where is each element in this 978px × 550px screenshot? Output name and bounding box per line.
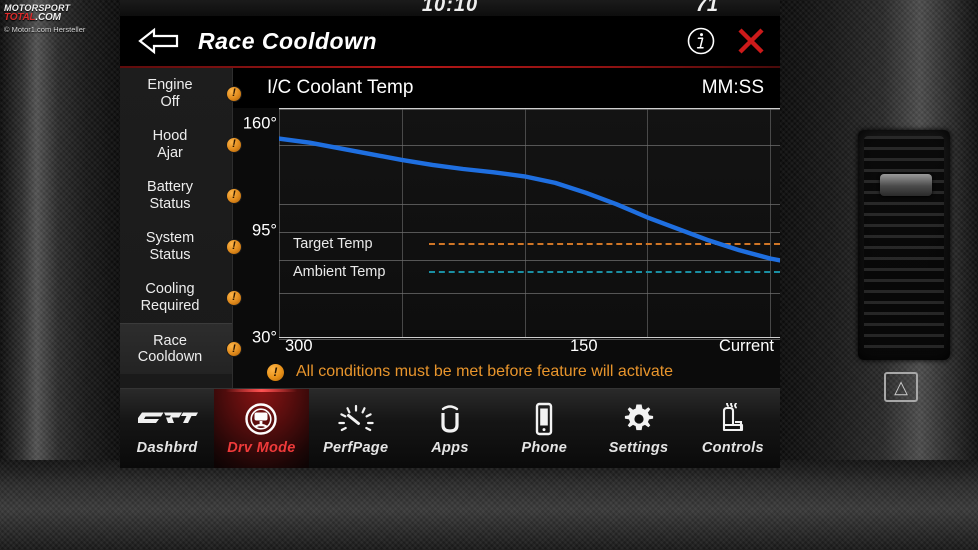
x-axis-tick-label: 150 [570,337,598,355]
sidebar-item-label: Battery Status [147,179,193,212]
nav-item-label: Controls [701,439,764,456]
info-icon [687,27,715,55]
watermark-line-2: TOTAL.COM [4,13,85,24]
nav-item-drv-mode[interactable]: Drv Mode [214,389,309,468]
heated-seat-icon [715,402,751,436]
sidebar-item-label: Engine Off [147,77,193,110]
chart-canvas: Target Temp Ambient Temp [279,108,780,340]
phone-icon [533,402,555,436]
warning-badge-icon: ! [226,187,242,204]
nav-item-perfpage[interactable]: PerfPage [309,389,403,468]
warning-badge-icon: ! [226,341,242,357]
nav-item-label: Dashbrd [136,439,198,456]
chart-timer: MM:SS [701,77,764,98]
watermark-brand: TOTAL [4,12,36,24]
close-x-icon [738,28,764,54]
close-button[interactable] [722,25,780,57]
screen-header: Race Cooldown [120,16,780,68]
vent-knob[interactable] [880,174,932,196]
sidebar-item-label: System Status [145,230,195,263]
condition-warning: ! All conditions must be met before feat… [233,356,780,388]
nav-item-label: Apps [431,439,469,456]
nav-item-label: Phone [521,439,568,456]
info-button[interactable] [680,26,722,56]
sidebar-item-label: Race Cooldown [137,332,203,365]
bezel-bottom [0,460,978,550]
chart-panel: I/C Coolant Temp MM:SS Target Temp Ambien… [233,68,780,388]
back-button[interactable] [120,27,198,55]
sidebar-item-label: Hood Ajar [152,128,188,161]
gear-icon [623,402,655,436]
sidebar-item-hood-ajar[interactable]: Hood Ajar ! [120,119,242,170]
y-axis-tick-label: 160° [242,114,277,133]
back-arrow-icon [138,27,179,55]
sidebar-item-engine-off[interactable]: Engine Off ! [120,68,242,119]
warning-badge-icon: ! [226,85,242,102]
page-title: Race Cooldown [198,27,378,54]
air-vent [858,130,950,360]
status-temperature: 71 [695,0,718,16]
hazard-light-button[interactable]: △ [884,372,918,402]
y-axis-tick-label: 95° [252,221,277,240]
sidebar-item-cooling-required[interactable]: Cooling Required ! [120,272,242,323]
gauge-icon [337,402,375,436]
bezel-bottom-texture [0,460,978,550]
condition-sidebar: Engine Off ! Hood Ajar ! Battery Status … [120,68,242,388]
nav-item-dashbrd[interactable]: Dashbrd [120,389,214,468]
nav-item-controls[interactable]: Controls [686,389,780,468]
infotainment-screen: Race Cooldown Engine Off ! Hood Ajar ! B… [120,16,780,468]
coolant-temp-series [279,136,780,263]
srt-logo-icon [136,402,199,436]
watermark-copyright: © Motor1.com Hersteller [4,24,86,34]
sidebar-item-battery-status[interactable]: Battery Status ! [120,170,242,221]
screen-body: Engine Off ! Hood Ajar ! Battery Status … [120,68,780,388]
watermark-tld: .COM [35,12,61,24]
x-axis-tick-label: Current [718,337,774,355]
warning-badge-icon: ! [267,363,284,381]
x-axis-tick-label: 300 [285,337,313,355]
x-axis-ticks: 300 150 Current [279,337,780,356]
chart-plot-area: Target Temp Ambient Temp 160° 95° 30° 300 15… [233,108,780,356]
nav-item-settings[interactable]: Settings [591,389,685,468]
screenshot-root: △ MOTORSPORT TOTAL.COM © Motor1.com Hers… [0,0,978,550]
sidebar-item-system-status[interactable]: System Status ! [120,221,242,272]
sidebar-item-race-cooldown[interactable]: Race Cooldown ! [120,323,242,374]
warning-badge-icon: ! [226,136,242,153]
nav-item-label: Drv Mode [227,439,296,456]
nav-item-apps[interactable]: Apps [403,389,497,468]
warning-badge-icon: ! [226,289,242,306]
chart-title: I/C Coolant Temp [267,77,414,98]
bottom-navigation-bar: Dashbrd Drv Mode PerfPage Apps Phone Set… [120,388,780,468]
status-clock: 10:10 [421,0,479,16]
vent-slats [864,136,944,354]
warning-badge-icon: ! [226,238,242,255]
steering-wheel-icon [244,402,278,436]
chart-header: I/C Coolant Temp MM:SS [233,68,780,108]
warning-message: All conditions must be met before featur… [296,363,674,380]
uconnect-logo-icon [435,402,465,436]
nav-item-phone[interactable]: Phone [497,389,591,468]
nav-item-label: Settings [608,439,669,456]
watermark: MOTORSPORT TOTAL.COM © Motor1.com Herste… [4,3,86,34]
sidebar-item-label: Cooling Required [140,281,200,314]
nav-item-label: PerfPage [323,439,389,456]
